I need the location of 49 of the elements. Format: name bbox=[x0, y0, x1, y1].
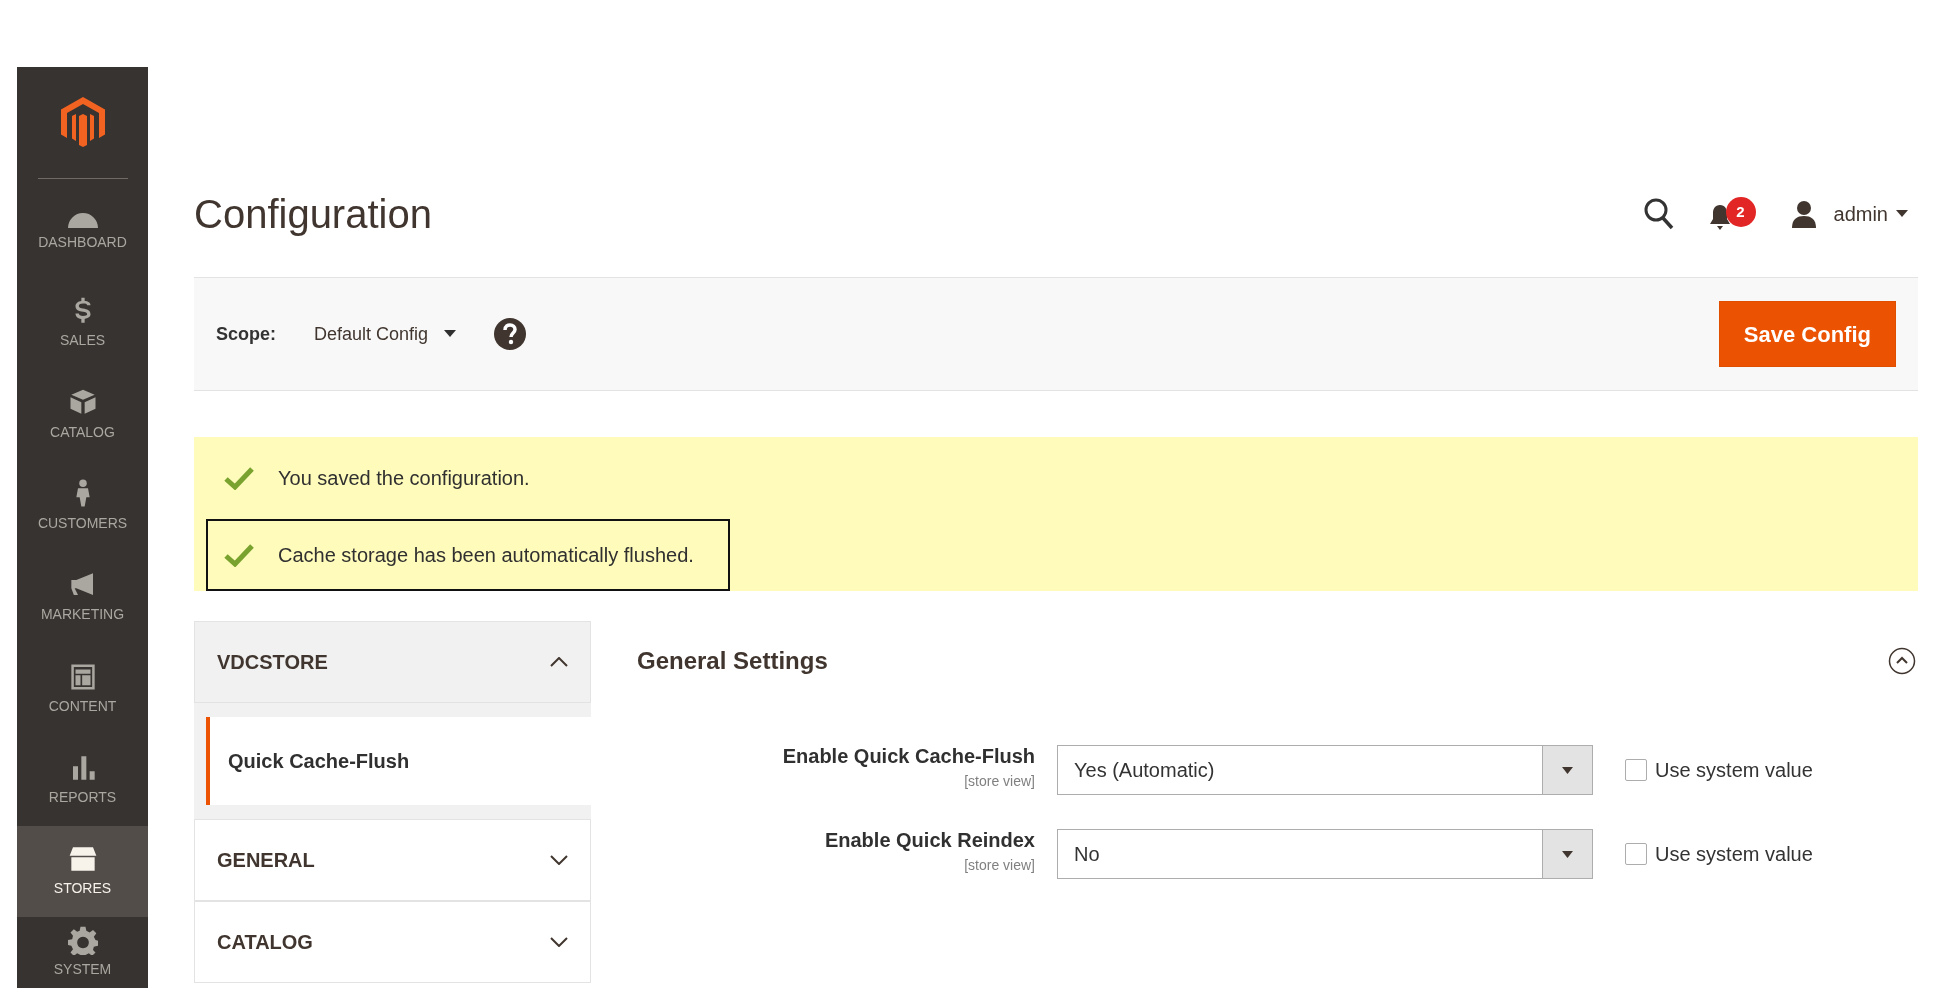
checkbox[interactable] bbox=[1625, 843, 1647, 865]
chevron-down-icon bbox=[550, 855, 568, 865]
checkbox[interactable] bbox=[1625, 759, 1647, 781]
caret-icon bbox=[1896, 210, 1908, 218]
sidebar-item[interactable]: REPORTS bbox=[17, 734, 148, 826]
caret-icon bbox=[1562, 766, 1573, 774]
save-config-button[interactable]: Save Config bbox=[1718, 301, 1896, 367]
chevron-down-icon bbox=[550, 937, 568, 947]
select-field[interactable]: Yes (Automatic) bbox=[1057, 745, 1593, 795]
scope-dropdown[interactable]: Default Config bbox=[314, 320, 457, 348]
user-menu[interactable]: admin bbox=[1833, 199, 1908, 229]
select-field[interactable]: No bbox=[1057, 829, 1593, 879]
sidebar-item[interactable]: STORES bbox=[17, 825, 148, 918]
page-title: Configuration bbox=[194, 191, 432, 238]
collapse-icon[interactable] bbox=[1888, 647, 1916, 675]
user-icon bbox=[1789, 200, 1818, 228]
sidebar-item[interactable]: SYSTEM bbox=[17, 917, 148, 988]
sidebar-item[interactable]: DASHBOARD bbox=[17, 186, 148, 279]
check-icon bbox=[224, 466, 254, 490]
help-icon[interactable] bbox=[494, 318, 527, 350]
sidebar-item[interactable]: MARKETING bbox=[17, 552, 148, 644]
scope-note: [store view] bbox=[963, 772, 1035, 791]
config-tab-link[interactable]: Quick Cache-Flush bbox=[206, 717, 591, 805]
search-icon[interactable] bbox=[1643, 198, 1674, 230]
dashboard-icon bbox=[67, 212, 98, 228]
field-label: Enable Quick Cache-Flush bbox=[781, 744, 1035, 769]
config-tab[interactable]: VDCSTORE bbox=[194, 621, 591, 703]
caret-icon bbox=[444, 330, 457, 338]
config-tab[interactable]: GENERAL bbox=[194, 819, 591, 901]
notification-badge: 2 bbox=[1725, 197, 1756, 227]
chevron-up-icon bbox=[550, 657, 568, 667]
success-message: Cache storage has been automatically flushed. bbox=[278, 543, 694, 568]
scope-label: Scope: bbox=[216, 322, 276, 346]
sidebar-item[interactable]: CUSTOMERS bbox=[17, 460, 148, 553]
sidebar-item[interactable]: SALES bbox=[17, 278, 148, 370]
sidebar-item[interactable]: CONTENT bbox=[17, 643, 148, 735]
caret-icon bbox=[1562, 850, 1573, 858]
bell-icon[interactable] bbox=[1707, 203, 1732, 231]
scope-note: [store view] bbox=[963, 856, 1035, 875]
success-message: You saved the configuration. bbox=[278, 466, 530, 491]
sidebar-item[interactable]: CATALOG bbox=[17, 369, 148, 461]
gear-icon bbox=[67, 925, 98, 956]
field-label: Enable Quick Reindex bbox=[823, 828, 1035, 853]
logo-icon[interactable] bbox=[60, 97, 105, 148]
checkbox-label: Use system value bbox=[1655, 758, 1813, 783]
config-tab[interactable]: CATALOG bbox=[194, 901, 591, 983]
check-icon bbox=[224, 543, 254, 567]
checkbox-label: Use system value bbox=[1655, 842, 1813, 867]
section-title: General Settings bbox=[637, 646, 828, 676]
